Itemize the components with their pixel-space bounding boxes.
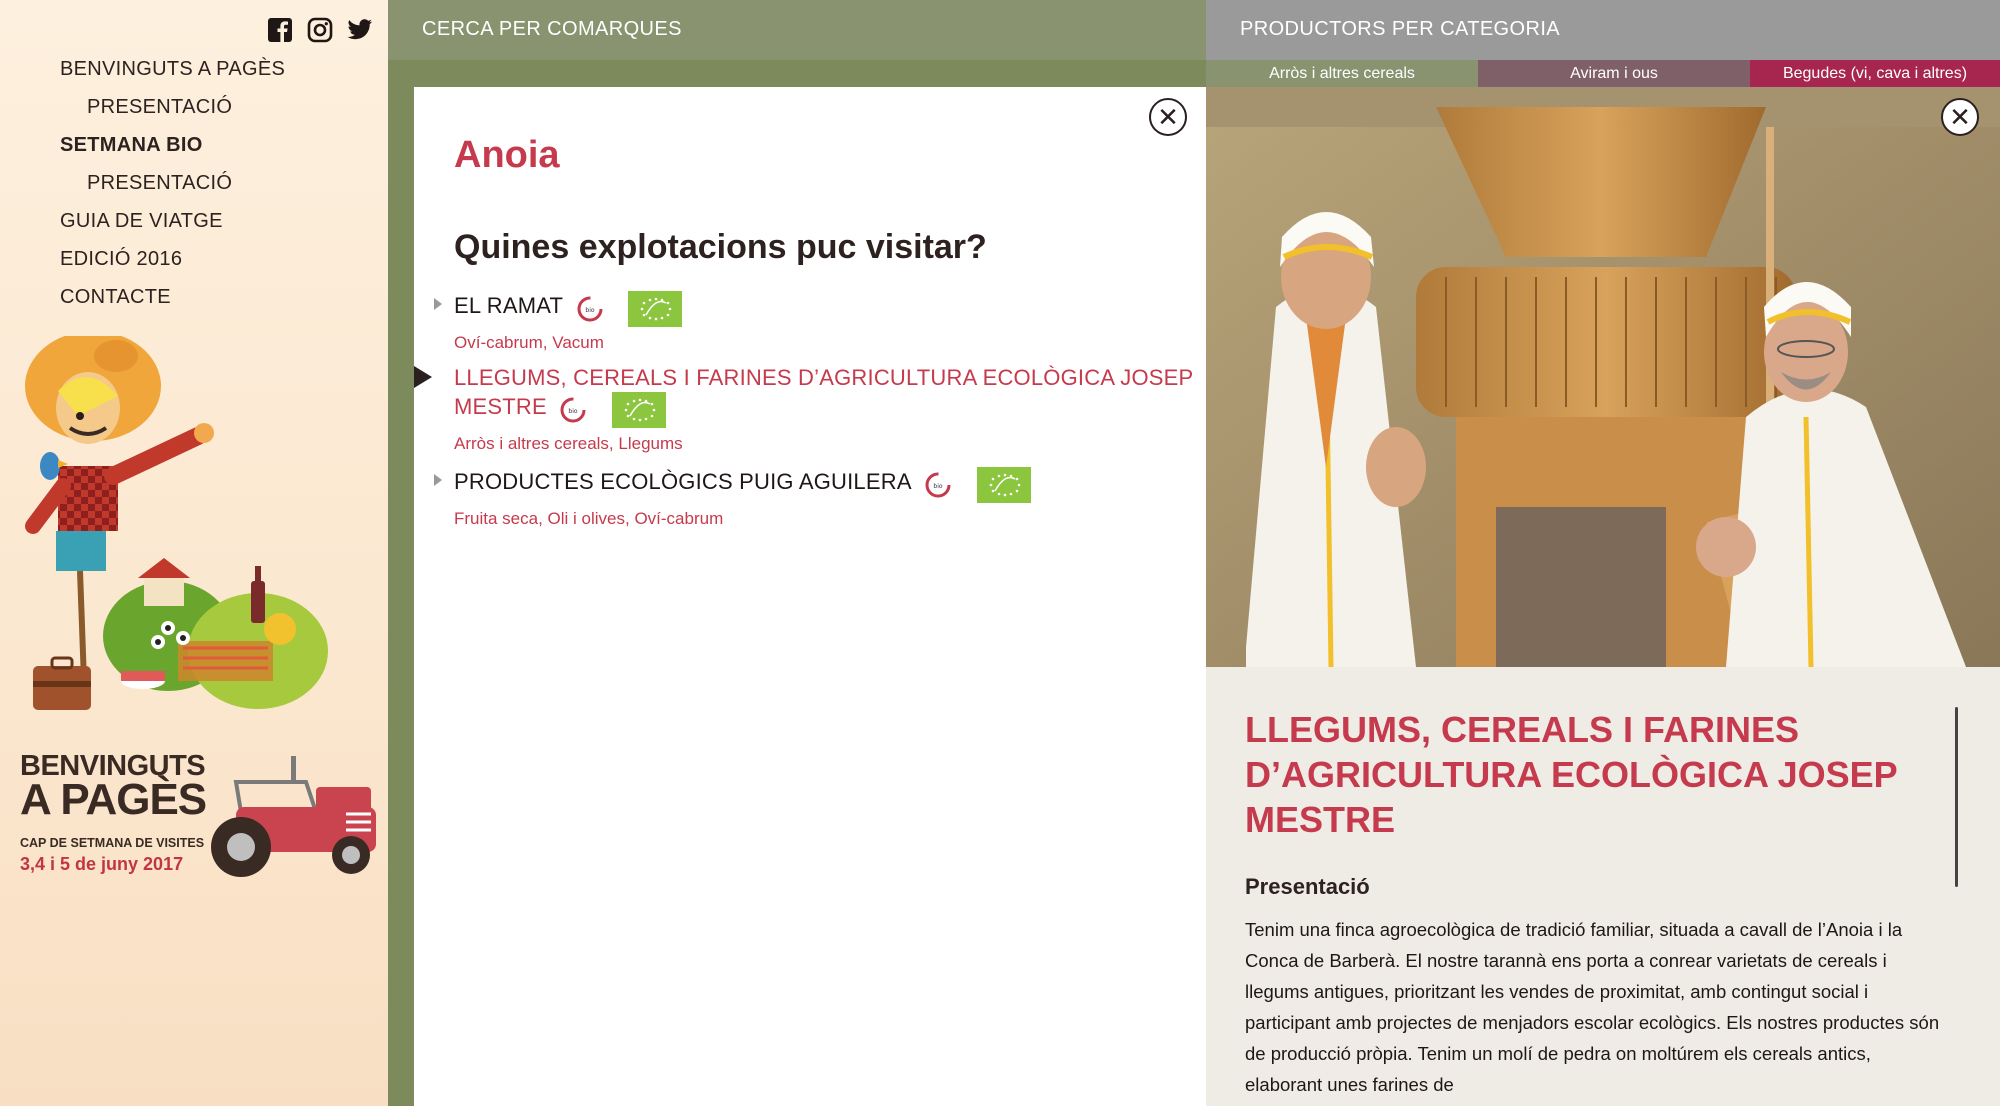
svg-text:bio: bio (585, 307, 594, 314)
producer-detail-panel: ✕ LLEGUMS, CEREALS I FARINES D’AGRICULTU… (1206, 87, 2000, 1106)
region-panel: ✕ Anoia Quines explotacions puc visitar?… (414, 87, 1206, 1106)
producer-title: LLEGUMS, CEREALS I FARINES D’AGRICULTURA… (1245, 709, 1898, 840)
farm-item-el-ramat[interactable]: EL RAMAT bio Oví-cabrum, Vacum (434, 291, 1194, 353)
eu-organic-icon (611, 392, 666, 428)
nav-guia-de-viatge[interactable]: GUIA DE VIATGE (60, 206, 285, 244)
main-navigation: BENVINGUTS A PAGÈS PRESENTACIÓ SETMANA B… (60, 54, 285, 320)
detail-scrollbar[interactable] (1955, 707, 1958, 887)
farm-categories: Arròs i altres cereals, Llegums (454, 434, 683, 453)
expand-arrow-icon (434, 474, 442, 486)
producer-photo (1206, 87, 2000, 667)
category-tab-poultry[interactable]: Aviram i ous (1478, 60, 1750, 88)
producers-by-category-bar[interactable]: PRODUCTORS PER CATEGORIA (1206, 0, 2000, 60)
category-tabs: Arròs i altres cereals Aviram i ous Begu… (1206, 60, 2000, 88)
presentation-heading: Presentació (1245, 874, 1370, 899)
expand-arrow-icon (434, 298, 442, 310)
nav-contacte[interactable]: CONTACTE (60, 282, 285, 320)
nav-presentacio[interactable]: PRESENTACIÓ (60, 92, 285, 130)
mascot-illustration (25, 336, 328, 710)
farms-question-heading: Quines explotacions puc visitar? (454, 228, 987, 266)
event-logo: BENVINGUTS A PAGÈS CAP DE SETMANA DE VIS… (20, 752, 376, 882)
nav-benvinguts-a-pages[interactable]: BENVINGUTS A PAGÈS (60, 54, 285, 92)
farm-categories: Oví-cabrum, Vacum (454, 333, 604, 352)
search-by-region-bar[interactable]: CERCA PER COMARQUES (388, 0, 1206, 60)
tractor-icon (211, 756, 376, 877)
farm-name[interactable]: EL RAMAT (454, 293, 563, 318)
category-tab-drinks[interactable]: Begudes (vi, cava i altres) (1750, 60, 2000, 88)
sidebar: BENVINGUTS A PAGÈS PRESENTACIÓ SETMANA B… (0, 0, 388, 1106)
nav-setmana-bio-presentacio[interactable]: PRESENTACIÓ (60, 168, 285, 206)
twitter-icon[interactable] (346, 16, 374, 44)
nav-setmana-bio[interactable]: SETMANA BIO (60, 130, 285, 168)
close-icon: ✕ (1949, 102, 1971, 132)
eu-organic-icon (976, 467, 1031, 503)
farm-name[interactable]: PRODUCTES ECOLÒGICS PUIG AGUILERA (454, 469, 912, 494)
region-title: Anoia (454, 134, 560, 176)
nav-edicio-2016[interactable]: EDICIÓ 2016 (60, 244, 285, 282)
category-tab-cereals[interactable]: Arròs i altres cereals (1206, 60, 1478, 88)
close-region-panel-button[interactable]: ✕ (1149, 98, 1187, 136)
logo-line-2: A PAGÈS (20, 775, 207, 824)
presentation-text: Tenim una finca agroecològica de tradici… (1245, 919, 1940, 1095)
farm-item-puig-aguilera[interactable]: PRODUCTES ECOLÒGICS PUIG AGUILERA bio Fr… (434, 467, 1194, 529)
instagram-icon[interactable] (306, 16, 334, 44)
svg-text:bio: bio (934, 483, 943, 490)
logo-line-3: CAP DE SETMANA DE VISITES (20, 836, 205, 850)
farm-item-josep-mestre[interactable]: LLEGUMS, CEREALS I FARINES D’AGRICULTURA… (414, 363, 1194, 454)
bio-label-icon: bio (560, 397, 586, 423)
farm-categories: Fruita seca, Oli i olives, Oví-cabrum (454, 509, 724, 528)
logo-dates: 3,4 i 5 de juny 2017 (20, 854, 184, 874)
svg-text:bio: bio (569, 408, 578, 415)
social-links (266, 16, 374, 44)
producers-by-category-label: PRODUCTORS PER CATEGORIA (1240, 18, 1561, 40)
facebook-icon[interactable] (266, 16, 294, 44)
bio-label-icon: bio (577, 296, 603, 322)
close-icon: ✕ (1157, 102, 1179, 132)
eu-organic-icon (628, 291, 683, 327)
selected-arrow-icon (414, 366, 432, 388)
close-detail-panel-button[interactable]: ✕ (1941, 98, 1979, 136)
search-by-region-label: CERCA PER COMARQUES (422, 18, 682, 40)
bio-label-icon: bio (925, 472, 951, 498)
